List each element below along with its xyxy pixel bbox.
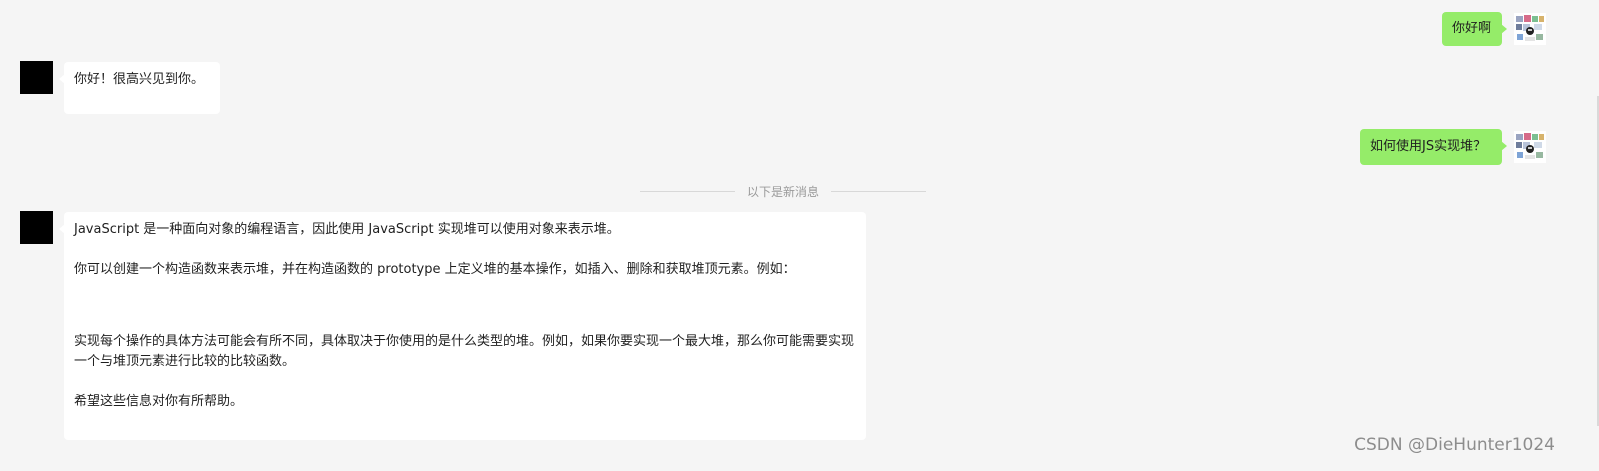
message-row-user-2: 如何使用JS实现堆？ xyxy=(1360,129,1550,169)
sticker-avatar-icon xyxy=(1514,13,1546,45)
sticker-avatar-icon xyxy=(1514,131,1546,163)
message-row-user-1: 你好啊 xyxy=(1442,12,1547,52)
user-avatar-icon[interactable] xyxy=(1514,13,1546,45)
message-row-assistant-1: 你好！很高兴见到你。 xyxy=(20,61,240,121)
assistant-paragraph-3: 实现每个操作的具体方法可能会有所不同，具体取决于你使用的是什么类型的堆。例如，如… xyxy=(74,334,855,369)
assistant-paragraph-4: 希望这些信息对你有所帮助。 xyxy=(74,394,244,409)
code-gap xyxy=(74,280,856,332)
user-avatar-icon[interactable] xyxy=(1514,131,1546,163)
assistant-paragraph-1: JavaScript 是一种面向对象的编程语言，因此使用 JavaScript … xyxy=(74,222,620,237)
message-row-assistant-2: JavaScript 是一种面向对象的编程语言，因此使用 JavaScript … xyxy=(20,211,880,451)
divider-text: 以下是新消息 xyxy=(747,184,820,199)
user-message-bubble: 如何使用JS实现堆？ xyxy=(1360,129,1507,165)
new-messages-divider: 以下是新消息 xyxy=(640,183,927,199)
assistant-message-text: 你好！很高兴见到你。 xyxy=(74,72,205,87)
user-message-text: 你好啊 xyxy=(1452,21,1492,36)
assistant-message-bubble: JavaScript 是一种面向对象的编程语言，因此使用 JavaScript … xyxy=(59,212,866,440)
assistant-message-bubble: 你好！很高兴见到你。 xyxy=(59,62,220,114)
divider-line-right xyxy=(831,190,927,192)
chat-window: 你好啊 你好！很高兴见到你。 如何使用JS实现堆？ 以下是新消息 JavaScr… xyxy=(0,0,1599,471)
assistant-paragraph-2: 你可以创建一个构造函数来表示堆，并在构造函数的 prototype 上定义堆的基… xyxy=(74,262,796,277)
watermark: CSDN @DieHunter1024 xyxy=(1354,435,1555,455)
user-message-bubble: 你好啊 xyxy=(1442,12,1507,46)
divider-line-left xyxy=(640,190,735,192)
assistant-avatar-icon[interactable] xyxy=(20,61,53,94)
user-message-text: 如何使用JS实现堆？ xyxy=(1370,139,1487,154)
assistant-avatar-icon[interactable] xyxy=(20,211,53,244)
